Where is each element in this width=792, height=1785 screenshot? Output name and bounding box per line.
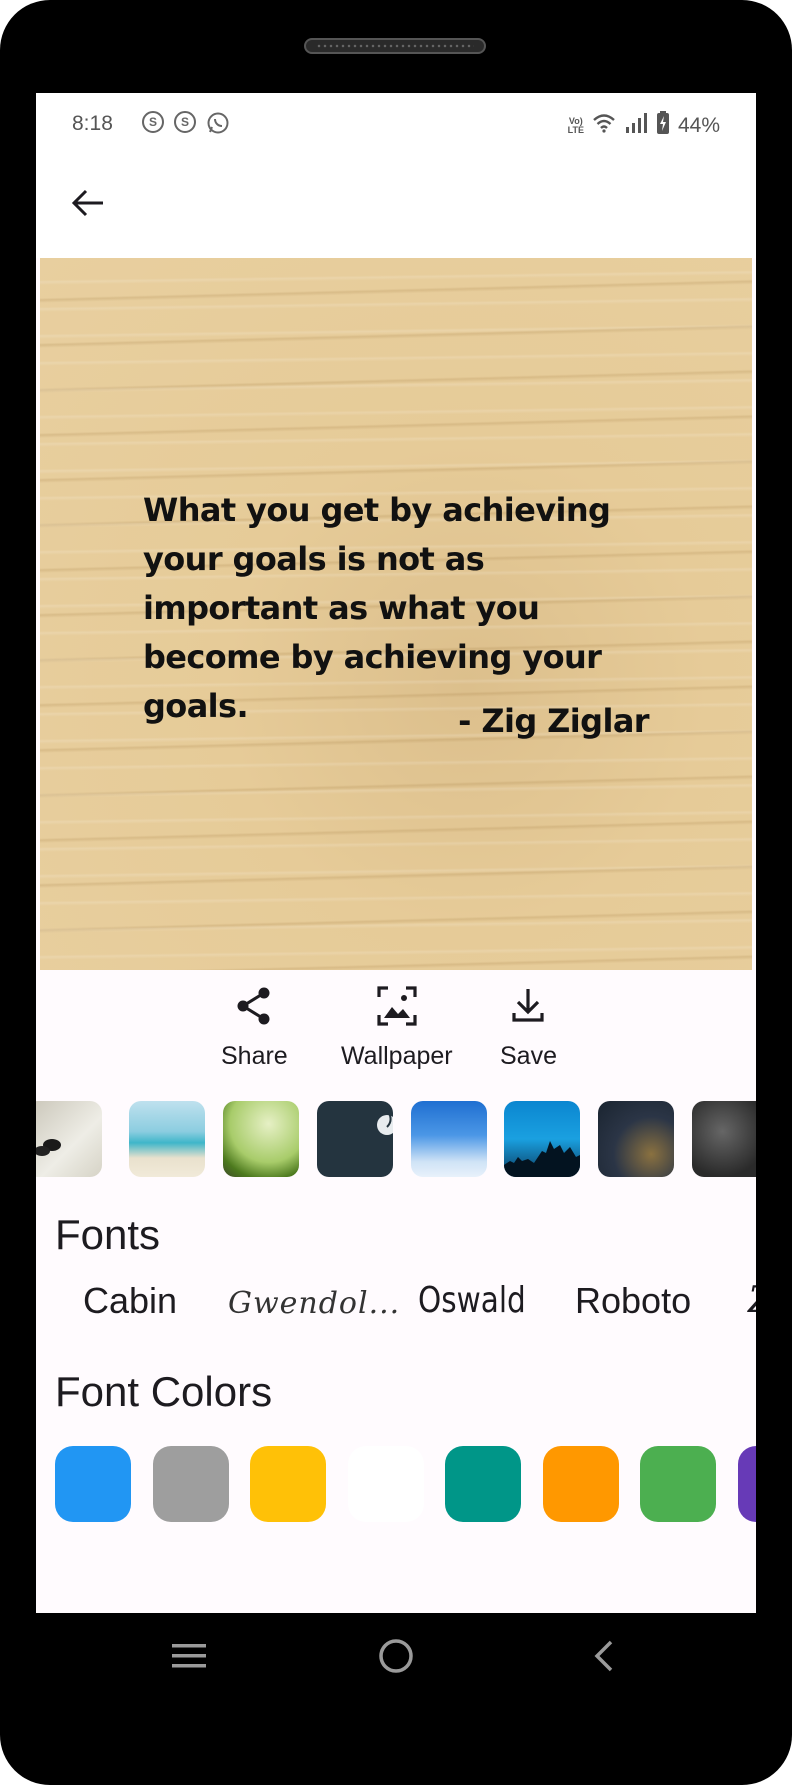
color-swatch-blue[interactable] — [55, 1446, 131, 1522]
arrow-left-icon — [71, 188, 105, 223]
app-screen: 8:18 S S Vo) LTE 44% What you get by ach… — [36, 93, 756, 1613]
s-icon: S — [174, 111, 196, 133]
wallpaper-label: Wallpaper — [341, 1042, 453, 1070]
status-time: 8:18 — [72, 112, 113, 135]
background-thumb-dark-teal-music[interactable] — [317, 1101, 393, 1177]
fonts-row: Cabin Gwendol... Oswald Roboto Z — [36, 1280, 756, 1330]
whatsapp-icon — [206, 111, 230, 140]
background-thumb-city-night-lights[interactable] — [598, 1101, 674, 1177]
signal-icon — [624, 112, 648, 140]
background-thumb-blue-city-skyline[interactable] — [504, 1101, 580, 1177]
color-swatch-green[interactable] — [640, 1446, 716, 1522]
share-label: Share — [221, 1042, 288, 1070]
download-icon — [508, 985, 548, 1032]
background-strip — [36, 1101, 756, 1177]
background-thumb-grass-bokeh[interactable] — [223, 1101, 299, 1177]
notification-icons: S S — [142, 111, 230, 140]
system-back-button[interactable] — [580, 1635, 626, 1681]
font-option-gwendolyn[interactable]: Gwendol... — [228, 1286, 400, 1321]
share-button[interactable]: Share — [221, 985, 288, 1071]
quote-preview-card: What you get by achieving your goals is … — [40, 258, 752, 970]
wallpaper-button[interactable]: Wallpaper — [341, 985, 453, 1071]
status-right: Vo) LTE 44% — [568, 111, 720, 141]
action-bar: Share Wallpaper Save — [36, 985, 756, 1075]
system-nav-bar — [36, 1613, 756, 1703]
font-option-roboto[interactable]: Roboto — [575, 1280, 691, 1322]
wifi-icon — [592, 113, 616, 139]
background-thumb-beach-sea[interactable] — [129, 1101, 205, 1177]
background-thumb-dark-texture[interactable] — [692, 1101, 756, 1177]
color-swatch-purple[interactable] — [738, 1446, 756, 1522]
font-option-partial[interactable]: Z — [748, 1280, 756, 1321]
font-colors-row — [36, 1446, 756, 1522]
recents-button[interactable] — [166, 1635, 212, 1681]
quote-author: - Zig Ziglar — [458, 702, 649, 740]
wallpaper-icon — [376, 985, 418, 1032]
font-option-cabin[interactable]: Cabin — [83, 1280, 177, 1322]
background-thumb-blue-sky-clouds[interactable] — [411, 1101, 487, 1177]
back-chevron-icon — [592, 1639, 614, 1678]
home-button[interactable] — [373, 1635, 419, 1681]
battery-percent: 44% — [677, 114, 720, 137]
color-swatch-teal[interactable] — [445, 1446, 521, 1522]
back-button[interactable] — [60, 177, 116, 233]
font-option-oswald[interactable]: Oswald — [418, 1280, 526, 1321]
background-thumb-hearts-stones[interactable] — [36, 1101, 102, 1177]
app-bar — [36, 153, 756, 258]
color-swatch-amber[interactable] — [250, 1446, 326, 1522]
fonts-title: Fonts — [55, 1211, 161, 1258]
battery-icon — [656, 111, 670, 141]
share-icon — [234, 985, 274, 1032]
home-circle-icon — [378, 1638, 414, 1679]
font-colors-title: Font Colors — [55, 1368, 273, 1415]
phone-frame: 8:18 S S Vo) LTE 44% What you get by ach… — [0, 0, 792, 1785]
save-button[interactable]: Save — [500, 985, 557, 1071]
save-label: Save — [500, 1042, 557, 1070]
s-icon: S — [142, 111, 164, 133]
phone-speaker — [304, 38, 486, 54]
color-swatch-orange[interactable] — [543, 1446, 619, 1522]
quote-text: What you get by achieving your goals is … — [143, 491, 611, 725]
volte-indicator: Vo) LTE — [567, 116, 584, 135]
color-swatch-white[interactable] — [348, 1446, 424, 1522]
status-bar: 8:18 S S Vo) LTE 44% — [36, 93, 756, 153]
color-swatch-grey[interactable] — [153, 1446, 229, 1522]
menu-icon — [172, 1642, 206, 1675]
